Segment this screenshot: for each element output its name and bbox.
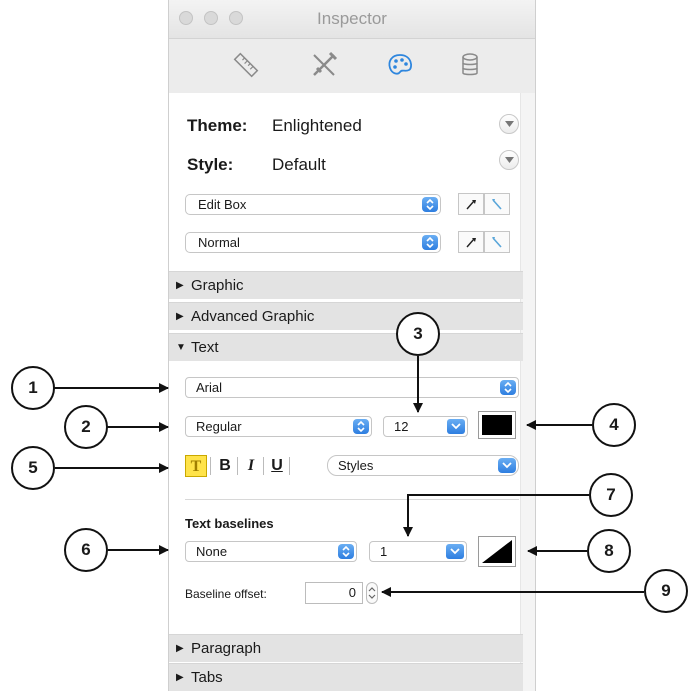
- callout-9: 9: [644, 569, 688, 613]
- callout-3: 3: [396, 312, 440, 356]
- callout-1: 1: [11, 366, 55, 410]
- callout-5: 5: [11, 446, 55, 490]
- callout-arrow-7: [403, 494, 589, 537]
- callout-6: 6: [64, 528, 108, 572]
- callout-arrows: [54, 356, 644, 597]
- callout-4: 4: [592, 403, 636, 447]
- callout-2: 2: [64, 405, 108, 449]
- callout-8: 8: [587, 529, 631, 573]
- callout-7: 7: [589, 473, 633, 517]
